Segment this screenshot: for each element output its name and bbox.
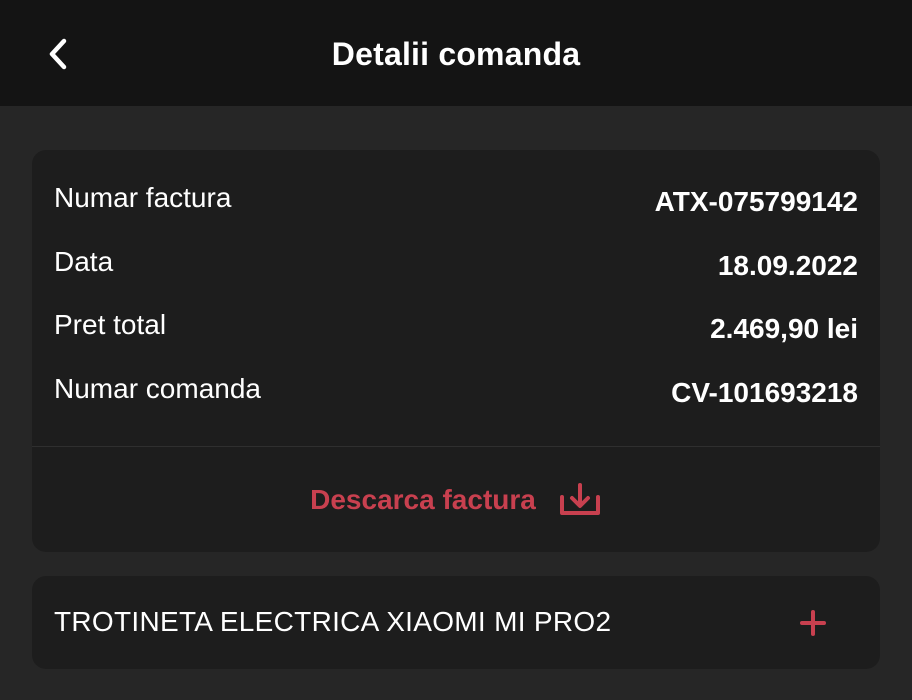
invoice-number-label: Numar factura bbox=[54, 182, 232, 213]
download-icon bbox=[559, 482, 600, 515]
back-button[interactable] bbox=[36, 32, 80, 76]
download-invoice-label: Descarca factura bbox=[310, 483, 536, 515]
date-value: 18.09.2022 bbox=[717, 250, 858, 281]
chevron-left-icon bbox=[49, 38, 67, 70]
detail-row-total-price: Pret total 2.469,90 lei bbox=[54, 309, 858, 349]
date-label: Data bbox=[54, 246, 114, 277]
invoice-number-value: ATX-075799142 bbox=[654, 186, 858, 217]
total-price-label: Pret total bbox=[54, 309, 167, 340]
order-number-value: CV-101693218 bbox=[671, 377, 858, 408]
product-accordion-item[interactable]: TROTINETA ELECTRICA XIAOMI MI PRO2 bbox=[32, 576, 880, 669]
product-name: TROTINETA ELECTRICA XIAOMI MI PRO2 bbox=[54, 606, 612, 637]
total-price-value: 2.469,90 lei bbox=[710, 313, 858, 344]
invoice-details-card: Numar factura ATX-075799142 Data 18.09.2… bbox=[32, 150, 880, 552]
page-title: Detalii comanda bbox=[331, 36, 581, 72]
app-header: Detalii comanda bbox=[0, 0, 912, 106]
detail-row-order-number: Numar comanda CV-101693218 bbox=[54, 373, 858, 413]
order-number-label: Numar comanda bbox=[54, 373, 261, 404]
download-invoice-button[interactable]: Descarca factura bbox=[32, 447, 880, 552]
plus-icon[interactable] bbox=[796, 606, 830, 640]
detail-row-date: Data 18.09.2022 bbox=[54, 246, 858, 286]
detail-row-invoice-number: Numar factura ATX-075799142 bbox=[54, 182, 858, 222]
